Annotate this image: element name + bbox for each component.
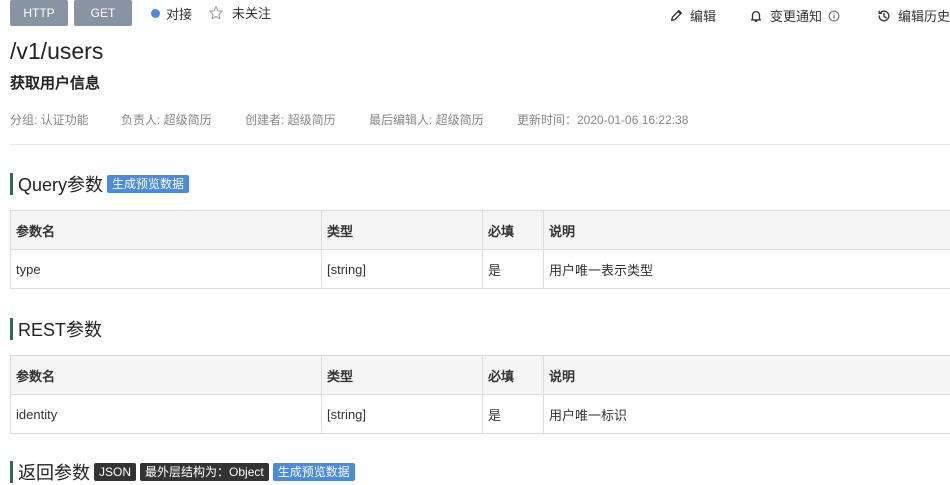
rest-title-label: REST参数 bbox=[18, 316, 102, 342]
meta-updated: 更新时间：2020-01-06 16:22:38 bbox=[517, 111, 688, 128]
table-row: type [string] 是 用户唯一表示类型 bbox=[11, 250, 950, 289]
column-header-type: 类型 bbox=[322, 211, 483, 250]
param-type: [string] bbox=[322, 250, 483, 289]
api-header-bar: HTTP GET 对接 未关注 编辑 变更通知 编辑历史 bbox=[0, 0, 950, 26]
column-header-name: 参数名 bbox=[11, 356, 322, 395]
edit-label: 编辑 bbox=[690, 6, 716, 25]
status-label: 对接 bbox=[166, 4, 192, 23]
section-bar bbox=[10, 173, 13, 195]
star-icon bbox=[208, 5, 224, 21]
generate-preview-button[interactable]: 生成预览数据 bbox=[107, 175, 189, 193]
column-header-required: 必填 bbox=[483, 356, 544, 395]
column-header-type: 类型 bbox=[322, 356, 483, 395]
edit-button[interactable]: 编辑 bbox=[670, 6, 716, 25]
param-required: 是 bbox=[483, 250, 544, 289]
section-bar bbox=[10, 318, 13, 340]
protocol-tag: HTTP bbox=[10, 0, 68, 26]
api-name: 获取用户信息 bbox=[10, 72, 100, 93]
bell-icon bbox=[749, 9, 763, 23]
pencil-icon bbox=[670, 9, 683, 22]
api-path: /v1/users bbox=[10, 38, 103, 65]
history-clock-icon bbox=[877, 9, 891, 23]
query-title-label: Query参数 bbox=[18, 171, 103, 197]
table-header-row: 参数名 类型 必填 说明 bbox=[11, 211, 950, 250]
param-required: 是 bbox=[483, 395, 544, 434]
method-tag: GET bbox=[74, 0, 132, 26]
rest-section-title: REST参数 bbox=[10, 316, 102, 342]
meta-owner: 负责人: 超级简历 bbox=[121, 111, 212, 128]
response-title-label: 返回参数 bbox=[18, 459, 90, 485]
query-params-table: 参数名 类型 必填 说明 type [string] 是 用户唯一表示类型 bbox=[10, 210, 950, 289]
table-header-row: 参数名 类型 必填 说明 bbox=[11, 356, 950, 395]
json-badge: JSON bbox=[94, 463, 136, 481]
status-indicator[interactable]: 对接 bbox=[151, 4, 192, 23]
change-notify-button[interactable]: 变更通知 bbox=[749, 6, 847, 25]
query-section-title: Query参数 生成预览数据 bbox=[10, 171, 189, 197]
table-row: identity [string] 是 用户唯一标识 bbox=[11, 395, 950, 434]
column-header-name: 参数名 bbox=[11, 211, 322, 250]
column-header-desc: 说明 bbox=[544, 356, 950, 395]
column-header-desc: 说明 bbox=[544, 211, 950, 250]
section-bar bbox=[10, 461, 13, 483]
info-icon[interactable] bbox=[828, 10, 840, 22]
param-name: identity bbox=[11, 395, 322, 434]
status-dot-icon bbox=[151, 9, 160, 18]
param-name: type bbox=[11, 250, 322, 289]
param-desc: 用户唯一标识 bbox=[544, 395, 950, 434]
column-header-required: 必填 bbox=[483, 211, 544, 250]
edit-history-button[interactable]: 编辑历史 bbox=[877, 6, 950, 25]
meta-group: 分组: 认证功能 bbox=[10, 111, 89, 128]
meta-creator: 创建者: 超级简历 bbox=[245, 111, 336, 128]
param-desc: 用户唯一表示类型 bbox=[544, 250, 950, 289]
edit-history-label: 编辑历史 bbox=[898, 6, 950, 25]
response-section-title: 返回参数 JSON 最外层结构为：Object 生成预览数据 bbox=[10, 459, 355, 485]
structure-badge: 最外层结构为：Object bbox=[140, 463, 269, 481]
follow-button[interactable]: 未关注 bbox=[208, 3, 271, 22]
rest-params-table: 参数名 类型 必填 说明 identity [string] 是 用户唯一标识 bbox=[10, 355, 950, 434]
generate-preview-button[interactable]: 生成预览数据 bbox=[273, 463, 355, 481]
meta-last-editor: 最后编辑人: 超级简历 bbox=[369, 111, 484, 128]
change-notify-label: 变更通知 bbox=[770, 6, 822, 25]
follow-label: 未关注 bbox=[232, 3, 271, 22]
divider bbox=[10, 144, 950, 145]
param-type: [string] bbox=[322, 395, 483, 434]
